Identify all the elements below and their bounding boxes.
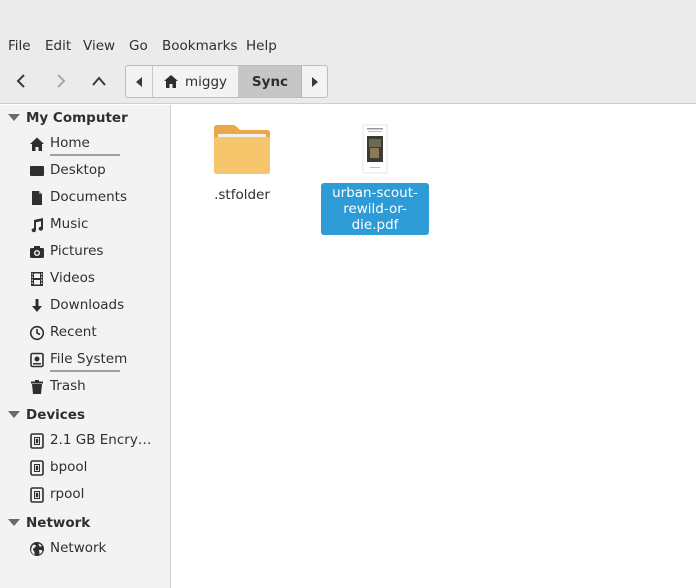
- menu-bar: File Edit View Go Bookmarks Help: [0, 34, 696, 60]
- pathbar-home-label: miggy: [185, 73, 228, 90]
- document-icon: [32, 191, 42, 205]
- sidebar-section-title: Devices: [26, 407, 85, 423]
- globe-icon: [30, 542, 44, 556]
- usage-bar: [50, 154, 120, 156]
- sidebar-item-label: Music: [50, 216, 89, 232]
- up-button[interactable]: [83, 66, 115, 96]
- menu-file[interactable]: File: [8, 38, 31, 54]
- home-icon: [30, 137, 44, 151]
- sidebar-item-desktop[interactable]: Desktop: [0, 159, 171, 183]
- drive-icon: [30, 352, 44, 368]
- sidebar-item-recent[interactable]: Recent: [0, 321, 171, 345]
- film-icon: [31, 272, 43, 286]
- pathbar-current-button[interactable]: Sync: [239, 66, 302, 97]
- chevron-up-icon: [92, 76, 106, 86]
- music-icon: [31, 218, 44, 233]
- sidebar-section-network[interactable]: Network: [0, 512, 171, 534]
- expander-down-icon: [8, 411, 20, 418]
- triangle-left-icon: [136, 76, 142, 87]
- usage-bar: [50, 370, 120, 372]
- expander-down-icon: [8, 114, 20, 121]
- pathbar-scroll-right-button[interactable]: [302, 66, 327, 97]
- sidebar: My Computer Home Desktop Documents Music…: [0, 105, 171, 588]
- menu-help[interactable]: Help: [246, 38, 277, 54]
- sidebar-item-label: Desktop: [50, 162, 106, 178]
- menu-view[interactable]: View: [83, 38, 115, 54]
- file-name-selected: urban-scout- rewild-or-die.pdf: [321, 183, 429, 235]
- chevron-right-icon: [57, 74, 66, 88]
- sidebar-item-label: Recent: [50, 324, 97, 340]
- trash-icon: [31, 380, 43, 394]
- sidebar-item-trash[interactable]: Trash: [0, 375, 171, 399]
- home-icon: [164, 75, 178, 88]
- sidebar-section-my-computer[interactable]: My Computer: [0, 107, 171, 129]
- path-bar: miggy Sync: [125, 65, 328, 98]
- menu-bookmarks[interactable]: Bookmarks: [162, 38, 237, 54]
- sidebar-item-pictures[interactable]: Pictures: [0, 240, 171, 264]
- chevron-left-icon: [16, 74, 25, 88]
- file-item-pdf[interactable]: urban-scout- rewild-or-die.pdf: [320, 123, 430, 235]
- sidebar-section-title: Network: [26, 515, 91, 531]
- title-bar: [0, 0, 696, 34]
- clock-icon: [29, 325, 45, 341]
- sidebar-item-label: File System: [50, 351, 128, 367]
- pdf-thumbnail-icon: [362, 124, 388, 174]
- expander-down-icon: [8, 519, 20, 526]
- sidebar-item-label: Videos: [50, 270, 95, 286]
- sidebar-item-label: 2.1 GB Encry…: [50, 432, 152, 448]
- file-view[interactable]: .stfolder urban-scout- rewild-or-die.pdf: [172, 105, 696, 588]
- sidebar-item-label: bpool: [50, 459, 88, 475]
- sidebar-item-documents[interactable]: Documents: [0, 186, 171, 210]
- file-name: .stfolder: [214, 187, 270, 203]
- sidebar-item-music[interactable]: Music: [0, 213, 171, 237]
- chip-icon: [30, 460, 44, 476]
- menu-edit[interactable]: Edit: [45, 38, 71, 54]
- sidebar-item-label: Pictures: [50, 243, 104, 259]
- sidebar-item-label: Documents: [50, 189, 127, 205]
- menu-go[interactable]: Go: [129, 38, 148, 54]
- camera-icon: [30, 246, 44, 258]
- file-name-line1: urban-scout-: [332, 185, 418, 201]
- pathbar-scroll-left-button[interactable]: [126, 66, 153, 97]
- sidebar-item-label: Network: [50, 540, 107, 556]
- sidebar-section-title: My Computer: [26, 110, 128, 126]
- sidebar-item-file-system[interactable]: File System: [0, 348, 171, 372]
- sidebar-item-network[interactable]: Network: [0, 537, 171, 561]
- folder-icon: [214, 125, 270, 174]
- sidebar-item-label: rpool: [50, 486, 85, 502]
- sidebar-item-label: Downloads: [50, 297, 125, 313]
- sidebar-item-rpool[interactable]: rpool: [0, 483, 171, 507]
- download-icon: [32, 299, 42, 312]
- sidebar-item-label: Trash: [50, 378, 86, 394]
- sidebar-item-label: Home: [50, 135, 90, 151]
- back-button[interactable]: [6, 66, 38, 96]
- file-item-stfolder[interactable]: .stfolder: [187, 123, 297, 205]
- desktop-icon: [30, 166, 44, 176]
- file-name-line2: rewild-or-die.pdf: [343, 201, 407, 233]
- sidebar-item-videos[interactable]: Videos: [0, 267, 171, 291]
- toolbar: miggy Sync: [0, 60, 696, 104]
- triangle-right-icon: [311, 76, 318, 87]
- sidebar-item-home[interactable]: Home: [0, 132, 171, 156]
- sidebar-item-encrypted-volume[interactable]: 2.1 GB Encry…: [0, 429, 171, 453]
- forward-button[interactable]: [44, 66, 76, 96]
- sidebar-section-devices[interactable]: Devices: [0, 404, 171, 426]
- sidebar-item-bpool[interactable]: bpool: [0, 456, 171, 480]
- chip-icon: [30, 433, 44, 449]
- sidebar-item-downloads[interactable]: Downloads: [0, 294, 171, 318]
- pathbar-home-button[interactable]: miggy: [153, 66, 239, 97]
- chip-icon: [30, 487, 44, 503]
